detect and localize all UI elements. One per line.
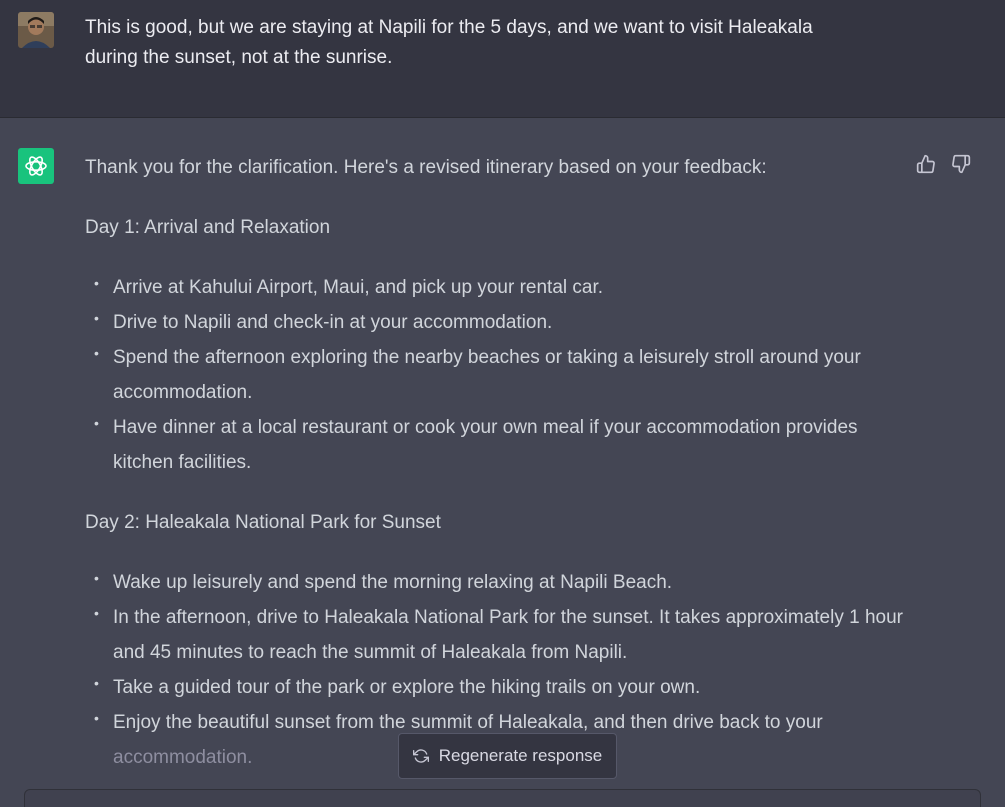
bullet-icon: • [94,415,99,431]
thumbs-up-icon[interactable] [914,152,938,176]
bullet-icon: • [94,605,99,621]
list-item-continuation: accommodation. [113,747,253,768]
regenerate-label: Regenerate response [438,746,603,765]
bullet-icon: • [94,275,99,291]
message-input[interactable] [24,789,981,807]
list-item: • Spend the afternoon exploring the nearb… [85,340,915,410]
list-item: • Have dinner at a local restaurant or co… [85,410,915,480]
user-avatar [18,12,54,48]
list-item: • Take a guided tour of the park or explo… [85,670,915,705]
regenerate-response-button[interactable]: Regenerate response [398,733,617,779]
user-avatar-image [18,12,54,48]
assistant-intro: Thank you for the clarification. Here's … [85,157,767,178]
day2-heading: Day 2: Haleakala National Park for Sunse… [85,512,441,533]
chat-page: This is good, but we are staying at Napi… [0,0,1005,807]
user-message-block: This is good, but we are staying at Napi… [0,0,1005,118]
assistant-message-block: Thank you for the clarification. Here's … [0,118,1005,807]
user-message-line: during the sunset, not at the sunrise. [85,47,393,68]
bullet-icon: • [94,710,99,726]
list-item: • In the afternoon, drive to Haleakala Na… [85,600,915,670]
day1-list: • Arrive at Kahului Airport, Maui, and pi… [85,270,915,480]
openai-logo-glyph [25,156,47,176]
list-item: • Drive to Napili and check-in at your ac… [85,305,915,340]
bullet-icon: • [94,310,99,326]
bullet-icon: • [94,570,99,586]
bullet-icon: • [94,675,99,691]
day1-heading: Day 1: Arrival and Relaxation [85,217,331,238]
bullet-icon: • [94,345,99,361]
user-message-line: This is good, but we are staying at Napi… [85,17,813,38]
list-item: • Wake up leisurely and spend the morning… [85,565,915,600]
openai-logo-icon [18,148,54,184]
refresh-icon [412,749,429,763]
list-item: • Arrive at Kahului Airport, Maui, and pi… [85,270,915,305]
assistant-message-content: Thank you for the clarification. Here's … [85,150,915,800]
user-message-text: This is good, but we are staying at Napi… [85,13,905,73]
thumbs-down-icon[interactable] [949,152,973,176]
